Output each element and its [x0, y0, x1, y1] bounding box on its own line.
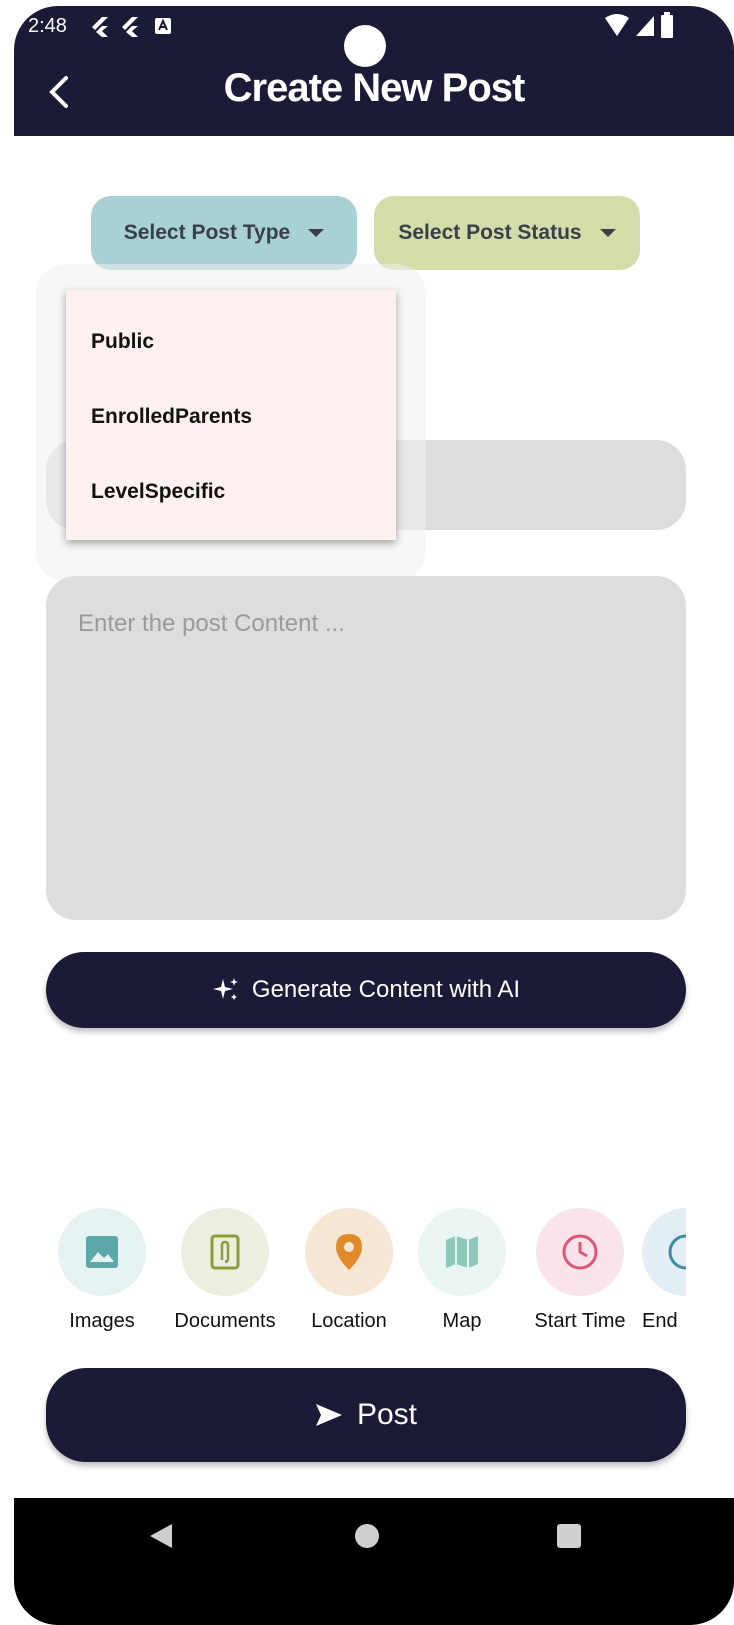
attach-map-label: Map — [442, 1310, 482, 1332]
phone-screen: 2:48 Create New Post Select Post Type Se… — [14, 6, 734, 1625]
post-type-select[interactable]: Select Post Type — [91, 196, 357, 270]
camera-cutout — [344, 25, 386, 67]
post-type-select-label: Select Post Type — [123, 221, 291, 244]
page-title: Create New Post — [223, 66, 526, 110]
post-type-dropdown-menu: Public EnrolledParents LevelSpecific — [66, 290, 396, 540]
post-button[interactable]: Post — [46, 1368, 686, 1462]
attach-documents-label: Documents — [174, 1310, 276, 1332]
generate-ai-button[interactable]: Generate Content with AI — [46, 952, 686, 1028]
attach-end-time-label: End — [642, 1310, 678, 1332]
flutter-icon — [92, 17, 108, 37]
signal-icon — [636, 16, 654, 36]
image-icon — [58, 1208, 146, 1296]
location-pin-icon — [305, 1208, 393, 1296]
status-time: 2:48 — [28, 15, 67, 37]
wifi-icon — [605, 14, 629, 36]
attach-map[interactable]: Map — [402, 1208, 522, 1333]
menu-item-level-specific[interactable]: LevelSpecific — [91, 480, 225, 504]
clock-icon — [536, 1208, 624, 1296]
caret-down-icon — [308, 229, 325, 237]
attach-location-label: Location — [311, 1310, 387, 1332]
nav-recents-icon[interactable] — [557, 1524, 581, 1548]
nav-back-icon[interactable] — [150, 1524, 172, 1548]
notification-a-icon — [155, 18, 171, 34]
battery-icon — [661, 12, 673, 38]
attach-images[interactable]: Images — [42, 1208, 162, 1333]
attach-start-time[interactable]: Start Time — [520, 1208, 640, 1333]
generate-ai-label: Generate Content with AI — [251, 976, 521, 1003]
menu-item-enrolled-parents[interactable]: EnrolledParents — [91, 405, 252, 429]
map-icon — [418, 1208, 506, 1296]
attach-end-time-clip: End — [642, 1208, 686, 1348]
sparkle-icon — [212, 978, 238, 1000]
post-content-textarea[interactable]: Enter the post Content ... — [46, 576, 686, 920]
flutter-icon — [122, 17, 138, 37]
menu-item-public[interactable]: Public — [91, 330, 154, 354]
content-placeholder: Enter the post Content ... — [78, 610, 345, 637]
system-nav-bar — [14, 1498, 734, 1625]
nav-home-icon[interactable] — [355, 1524, 379, 1548]
attachment-icon — [181, 1208, 269, 1296]
app-header: 2:48 Create New Post — [14, 6, 734, 136]
post-button-label: Post — [356, 1398, 418, 1431]
attach-start-time-label: Start Time — [534, 1310, 626, 1332]
attach-images-label: Images — [69, 1310, 135, 1332]
caret-down-icon — [599, 229, 616, 237]
attach-documents[interactable]: Documents — [165, 1208, 285, 1333]
post-status-select[interactable]: Select Post Status — [374, 196, 640, 270]
send-icon — [315, 1404, 342, 1426]
attach-end-time[interactable]: End — [642, 1208, 686, 1333]
attach-location[interactable]: Location — [289, 1208, 409, 1333]
clock-icon — [642, 1208, 686, 1296]
post-status-select-label: Select Post Status — [398, 221, 582, 244]
